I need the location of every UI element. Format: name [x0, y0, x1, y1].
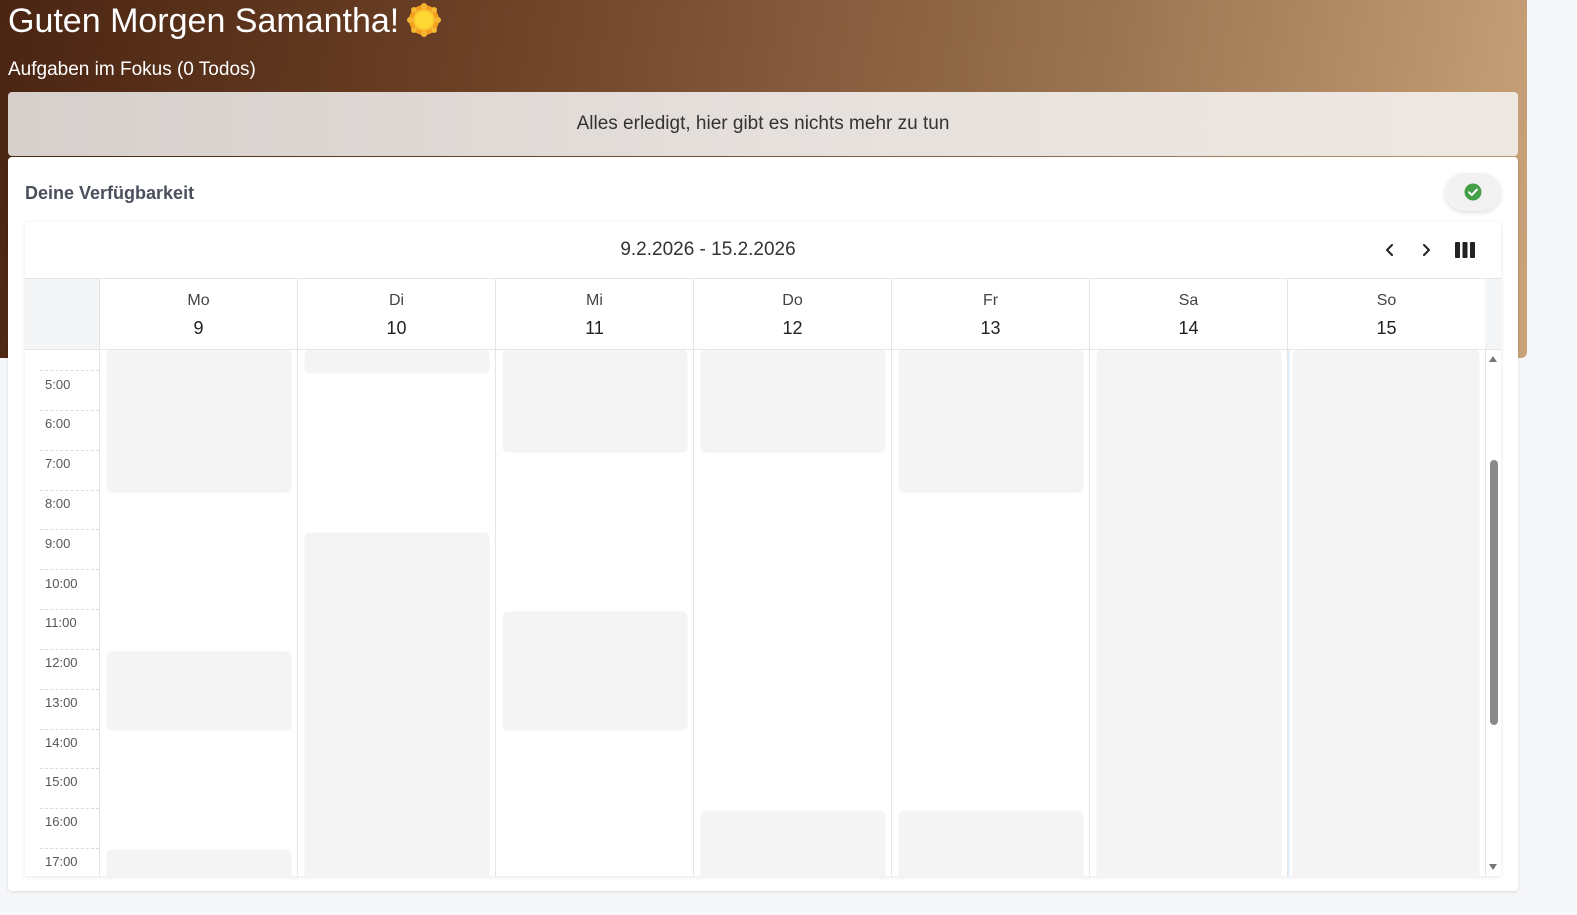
availability-title: Deine Verfügbarkeit: [25, 183, 195, 203]
day-header-fr[interactable]: Fr 13: [892, 279, 1090, 349]
availability-card: Deine Verfügbarkeit 9.2.2026 - 15.2.2026…: [8, 157, 1518, 891]
week-calendar: 9.2.2026 - 15.2.2026 Mo 9 Di 10 Mi 11 Do 12 …: [25, 222, 1501, 876]
time-label: 11:00: [45, 615, 77, 630]
next-week-button[interactable]: [1410, 234, 1442, 266]
day-header-mo[interactable]: Mo 9: [100, 279, 298, 349]
hour-tick: [40, 848, 99, 849]
day-name: Fr: [982, 292, 999, 309]
time-label: 7:00: [45, 456, 71, 471]
busy-block: [305, 533, 489, 876]
day-number: 11: [585, 318, 604, 338]
sun-icon: [407, 3, 442, 37]
empty-message: Alles erledigt, hier gibt es nichts mehr…: [576, 113, 950, 134]
hour-tick: [40, 490, 99, 491]
time-label: 8:00: [45, 496, 71, 511]
time-label: 17:00: [45, 854, 78, 869]
day-name: Mi: [586, 292, 603, 309]
week-view-button[interactable]: [1449, 234, 1481, 266]
busy-block: [1097, 350, 1281, 876]
hour-tick: [40, 649, 99, 650]
calendar-scrollbar[interactable]: [1486, 350, 1501, 876]
hour-tick: [40, 609, 99, 610]
time-label: 16:00: [45, 814, 78, 829]
greeting-heading: Guten Morgen Samantha!: [8, 0, 442, 42]
time-gutter-header: [25, 279, 100, 349]
hour-tick: [40, 450, 99, 451]
day-header-sa[interactable]: Sa 14: [1090, 279, 1288, 349]
day-name: Sa: [1178, 292, 1199, 309]
busy-block: [503, 350, 687, 452]
busy-block: [1293, 350, 1479, 876]
hour-tick: [40, 529, 99, 530]
day-column-fr[interactable]: [892, 350, 1090, 876]
time-label: 15:00: [45, 774, 78, 789]
day-header-row: Mo 9 Di 10 Mi 11 Do 12 Fr 13 Sa 14 So 15: [25, 279, 1501, 350]
day-column-so[interactable]: [1288, 350, 1486, 876]
day-number: 10: [386, 318, 407, 338]
time-label: 13:00: [45, 695, 78, 710]
day-name: Mo: [187, 292, 210, 309]
day-name: Do: [782, 292, 803, 309]
time-label: 10:00: [45, 576, 78, 591]
day-number: 9: [193, 318, 204, 338]
day-column-di[interactable]: [298, 350, 496, 876]
day-header-so[interactable]: So 15: [1288, 279, 1486, 349]
hour-tick: [40, 808, 99, 809]
busy-block: [305, 350, 489, 373]
chevron-right-icon: [1423, 244, 1430, 256]
focus-empty-state: Alles erledigt, hier gibt es nichts mehr…: [8, 92, 1518, 156]
prev-week-button[interactable]: [1374, 234, 1406, 266]
busy-block: [107, 350, 291, 492]
day-column-mi[interactable]: [496, 350, 694, 876]
greeting-text: Guten Morgen Samantha!: [8, 2, 400, 40]
focus-section-title: Aufgaben im Fokus (0 Todos): [8, 59, 256, 80]
day-header-di[interactable]: Di 10: [298, 279, 496, 349]
day-name: So: [1376, 292, 1397, 309]
hour-tick: [40, 729, 99, 730]
day-number: 15: [1376, 318, 1397, 338]
time-label: 12:00: [45, 655, 78, 670]
day-column-mo[interactable]: [100, 350, 298, 876]
hour-tick: [40, 370, 99, 371]
time-label: 6:00: [45, 416, 71, 431]
week-view-icon: [1455, 242, 1475, 258]
day-number: 13: [980, 318, 1001, 338]
busy-block: [899, 350, 1083, 492]
scroll-up-arrow[interactable]: [1489, 356, 1497, 362]
scroll-thumb[interactable]: [1490, 460, 1498, 725]
busy-block: [899, 811, 1083, 876]
busy-block: [701, 350, 885, 452]
chevron-left-icon: [1386, 244, 1393, 256]
hour-tick: [40, 410, 99, 411]
time-label: 14:00: [45, 735, 78, 750]
busy-block: [503, 612, 687, 730]
time-grid[interactable]: 5:00 6:00 7:00 8:00 9:00 10:00 11:00 12:…: [25, 350, 1501, 876]
busy-block: [701, 811, 885, 876]
busy-block: [107, 652, 291, 730]
date-range-label: 9.2.2026 - 15.2.2026: [620, 239, 796, 260]
availability-status-button[interactable]: [1445, 173, 1501, 211]
day-column-sa[interactable]: [1090, 350, 1288, 876]
calendar-toolbar: 9.2.2026 - 15.2.2026: [25, 222, 1501, 279]
day-header-mi[interactable]: Mi 11: [496, 279, 694, 349]
time-gutter: 5:00 6:00 7:00 8:00 9:00 10:00 11:00 12:…: [25, 350, 100, 876]
check-circle-icon: [1464, 183, 1482, 201]
hour-tick: [40, 768, 99, 769]
day-name: Di: [388, 292, 405, 309]
day-header-do[interactable]: Do 12: [694, 279, 892, 349]
scroll-down-arrow[interactable]: [1489, 864, 1497, 870]
day-number: 12: [782, 318, 803, 338]
hour-tick: [40, 569, 99, 570]
time-label: 5:00: [45, 377, 71, 392]
day-column-do[interactable]: [694, 350, 892, 876]
header-scroll-spacer: [1485, 279, 1501, 349]
hour-tick: [40, 689, 99, 690]
busy-block: [107, 850, 291, 876]
day-number: 14: [1178, 318, 1199, 338]
time-label: 9:00: [45, 536, 71, 551]
